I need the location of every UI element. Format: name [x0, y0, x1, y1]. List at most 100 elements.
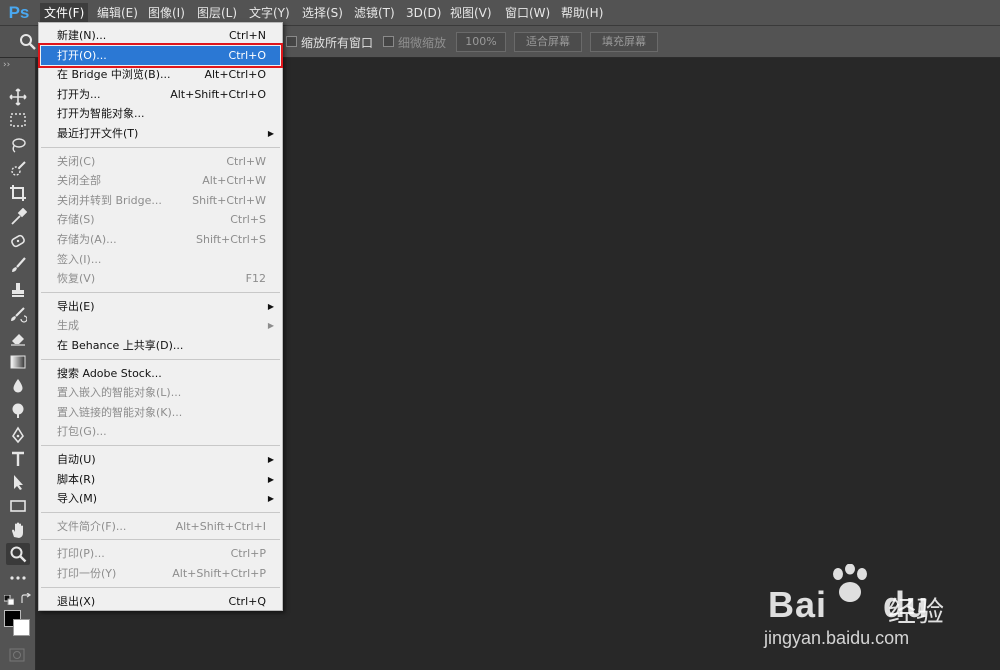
menu-item-shortcut: Alt+Ctrl+O	[204, 68, 266, 82]
file-menu-item: 文件简介(F)... Alt+Shift+Ctrl+I	[41, 517, 280, 536]
menu-item-4[interactable]: 文字(Y)	[245, 3, 294, 23]
zoom-icon[interactable]	[18, 33, 38, 51]
menu-item-label: 恢复(V)	[57, 272, 96, 286]
blur-icon[interactable]	[6, 375, 30, 397]
menu-separator	[41, 445, 280, 446]
zoom-percent-field[interactable]: 100%	[456, 32, 506, 52]
menu-item-label: 关闭(C)	[57, 154, 96, 168]
file-menu-item: 恢复(V) F12	[41, 269, 280, 288]
menu-item-shortcut: Alt+Ctrl+W	[202, 174, 266, 188]
menu-item-shortcut: Ctrl+S	[230, 213, 266, 227]
crop-icon[interactable]	[6, 182, 30, 204]
menu-item-label: 在 Behance 上共享(D)...	[57, 339, 184, 352]
menu-item-label: 打开(O)...	[57, 48, 107, 62]
menu-item-7[interactable]: 3D(D)	[402, 3, 445, 23]
menu-item-label: 自动(U)	[57, 453, 96, 466]
submenu-arrow-icon: ▶	[267, 474, 274, 484]
brush-icon[interactable]	[6, 254, 30, 276]
menu-item-10[interactable]: 帮助(H)	[557, 3, 607, 23]
menu-item-shortcut: Ctrl+P	[230, 547, 266, 561]
menu-separator	[41, 358, 280, 360]
history-brush-icon[interactable]	[6, 303, 30, 325]
file-menu-item[interactable]: 导出(E) ▶	[41, 297, 280, 316]
lasso-icon[interactable]	[6, 134, 30, 156]
file-menu-item[interactable]: 导入(M) ▶	[41, 489, 280, 508]
watermark-url: jingyan.baidu.com	[764, 628, 910, 648]
quick-selection-icon[interactable]	[6, 158, 30, 180]
file-menu-item[interactable]: 搜索 Adobe Stock...	[41, 364, 280, 383]
menu-item-shortcut: Ctrl+N	[228, 29, 266, 42]
file-menu-item[interactable]: 在 Bridge 中浏览(B)... Alt+Ctrl+O	[41, 65, 280, 84]
file-menu-item: 置入嵌入的智能对象(L)...	[41, 383, 280, 402]
submenu-arrow-icon: ▶	[267, 321, 274, 331]
menu-item-2[interactable]: 图像(I)	[144, 3, 189, 23]
file-menu-item: 存储(S) Ctrl+S	[41, 210, 280, 229]
scrubby-zoom-checkbox[interactable]	[383, 36, 394, 47]
file-menu-item[interactable]: 在 Behance 上共享(D)...	[41, 336, 280, 355]
healing-brush-icon[interactable]	[6, 230, 30, 252]
fill-screen-button[interactable]: 填充屏幕	[590, 32, 658, 52]
menu-item-8[interactable]: 视图(V)	[446, 3, 496, 23]
clone-stamp-icon[interactable]	[6, 279, 30, 301]
file-menu-item: 关闭并转到 Bridge... Shift+Ctrl+W	[41, 191, 280, 210]
file-menu-item[interactable]: 打开为... Alt+Shift+Ctrl+O	[41, 85, 280, 104]
type-icon[interactable]	[6, 448, 30, 470]
menu-item-label: 签入(I)...	[57, 252, 102, 266]
menu-item-label: 打开为...	[57, 87, 101, 101]
menu-item-label: 新建(N)...	[57, 29, 107, 42]
file-menu-item[interactable]: 退出(X) Ctrl+Q	[41, 592, 280, 611]
pen-icon[interactable]	[6, 424, 30, 446]
zoom-all-windows-label: 缩放所有窗口	[301, 36, 374, 50]
menu-separator	[41, 146, 280, 148]
file-menu-item[interactable]: 新建(N)... Ctrl+N	[41, 26, 280, 45]
file-menu-item[interactable]: 脚本(R) ▶	[41, 470, 280, 489]
file-menu-item: 签入(I)...	[41, 250, 280, 269]
menu-item-shortcut: Ctrl+Q	[228, 594, 266, 608]
menu-separator	[41, 586, 280, 588]
menu-item-label: 打开为智能对象...	[57, 107, 145, 121]
gradient-icon[interactable]	[6, 351, 30, 373]
menu-item-6[interactable]: 滤镜(T)	[350, 3, 399, 23]
rectangle-icon[interactable]	[6, 495, 30, 517]
menu-item-label: 退出(X)	[57, 594, 96, 608]
path-selection-icon[interactable]	[6, 471, 30, 493]
menu-item-label: 文件简介(F)...	[57, 519, 127, 533]
zoom-icon[interactable]	[6, 543, 30, 565]
menu-separator	[41, 291, 280, 293]
menu-item-label: 置入链接的智能对象(K)...	[57, 405, 183, 419]
menu-item-shortcut: Alt+Shift+Ctrl+O	[170, 87, 266, 101]
menu-item-label: 搜索 Adobe Stock...	[57, 366, 162, 380]
background-color-swatch[interactable]	[13, 619, 30, 636]
file-menu-item: 打印一份(Y) Alt+Shift+Ctrl+P	[41, 564, 280, 583]
zoom-all-windows-checkbox[interactable]	[286, 36, 297, 47]
menu-item-label: 打包(G)...	[57, 425, 107, 439]
file-menu-item[interactable]: 最近打开文件(T) ▶	[41, 124, 280, 143]
marquee-icon[interactable]	[6, 109, 30, 131]
menu-item-shortcut: Shift+Ctrl+W	[192, 193, 266, 207]
menu-item-1[interactable]: 编辑(E)	[93, 3, 142, 23]
default-colors-icon[interactable]	[3, 594, 15, 606]
menu-item-3[interactable]: 图层(L)	[193, 3, 241, 23]
hand-icon[interactable]	[6, 519, 30, 541]
file-menu-item[interactable]: 打开(O)... Ctrl+O	[38, 42, 283, 68]
photoshop-logo: Ps	[8, 3, 30, 22]
menu-file[interactable]: 文件(F)	[40, 3, 89, 23]
menu-separator	[41, 539, 280, 541]
swap-colors-icon[interactable]	[20, 592, 32, 605]
baidu-jingyan-watermark: Bai du 经验 jingyan.baidu.com	[760, 560, 990, 660]
dodge-icon[interactable]	[6, 399, 30, 421]
toolbar-grip[interactable]: ››	[3, 60, 10, 70]
more-tools-icon[interactable]	[6, 567, 30, 589]
file-menu-item[interactable]: 打开为智能对象...	[41, 104, 280, 123]
submenu-arrow-icon: ▶	[267, 455, 274, 464]
fit-screen-button[interactable]: 适合屏幕	[514, 32, 582, 52]
eyedropper-icon[interactable]	[6, 206, 30, 228]
quick-mask-icon[interactable]	[9, 648, 25, 662]
menu-item-shortcut: Ctrl+W	[226, 154, 266, 168]
menu-item-9[interactable]: 窗口(W)	[501, 3, 554, 23]
move-icon[interactable]	[6, 86, 30, 108]
file-menu-item[interactable]: 自动(U) ▶	[41, 450, 280, 469]
menu-item-5[interactable]: 选择(S)	[298, 3, 347, 23]
eraser-icon[interactable]	[6, 327, 30, 349]
menu-item-label: 最近打开文件(T)	[57, 127, 139, 140]
